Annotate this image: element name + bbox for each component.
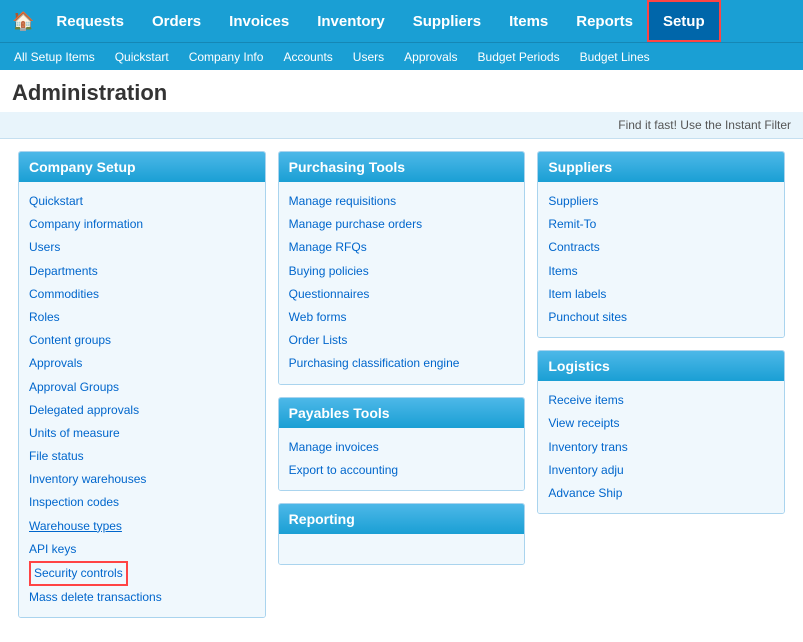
link-file-status[interactable]: File status	[29, 445, 255, 468]
payables-tools-header: Payables Tools	[279, 398, 525, 428]
link-approvals[interactable]: Approvals	[29, 352, 255, 375]
main-content: Company Setup Quickstart Company informa…	[0, 139, 803, 642]
link-questionnaires[interactable]: Questionnaires	[289, 283, 515, 306]
company-setup-body: Quickstart Company information Users Dep…	[19, 182, 265, 617]
link-mass-delete-transactions[interactable]: Mass delete transactions	[29, 586, 255, 609]
link-punchout-sites[interactable]: Punchout sites	[548, 306, 774, 329]
home-button[interactable]: 🏠	[4, 5, 42, 38]
payables-tools-body: Manage invoices Export to accounting	[279, 428, 525, 490]
company-setup-card: Company Setup Quickstart Company informa…	[18, 151, 266, 618]
link-suppliers[interactable]: Suppliers	[548, 190, 774, 213]
link-contracts[interactable]: Contracts	[548, 236, 774, 259]
link-company-information[interactable]: Company information	[29, 213, 255, 236]
col-purchasing: Purchasing Tools Manage requisitions Man…	[272, 151, 532, 630]
link-security-controls[interactable]: Security controls	[29, 561, 128, 586]
nav-requests[interactable]: Requests	[42, 0, 138, 42]
nav-suppliers[interactable]: Suppliers	[399, 0, 495, 42]
logistics-body: Receive items View receipts Inventory tr…	[538, 381, 784, 513]
link-content-groups[interactable]: Content groups	[29, 329, 255, 352]
reporting-header: Reporting	[279, 504, 525, 534]
link-export-to-accounting[interactable]: Export to accounting	[289, 459, 515, 482]
link-purchasing-classification-engine[interactable]: Purchasing classification engine	[289, 352, 515, 375]
page-title: Administration	[0, 70, 803, 112]
link-items[interactable]: Items	[548, 260, 774, 283]
link-manage-requisitions[interactable]: Manage requisitions	[289, 190, 515, 213]
link-roles[interactable]: Roles	[29, 306, 255, 329]
link-advance-ship[interactable]: Advance Ship	[548, 482, 774, 505]
reporting-card: Reporting	[278, 503, 526, 565]
subnav-accounts[interactable]: Accounts	[273, 43, 342, 71]
top-nav: 🏠 Requests Orders Invoices Inventory Sup…	[0, 0, 803, 42]
filter-bar: Find it fast! Use the Instant Filter	[0, 112, 803, 139]
link-remit-to[interactable]: Remit-To	[548, 213, 774, 236]
company-setup-header: Company Setup	[19, 152, 265, 182]
link-buying-policies[interactable]: Buying policies	[289, 260, 515, 283]
col-suppliers: Suppliers Suppliers Remit-To Contracts I…	[531, 151, 791, 630]
nav-inventory[interactable]: Inventory	[303, 0, 399, 42]
link-departments[interactable]: Departments	[29, 260, 255, 283]
subnav-company-info[interactable]: Company Info	[179, 43, 274, 71]
reporting-body	[279, 534, 525, 564]
suppliers-header: Suppliers	[538, 152, 784, 182]
purchasing-tools-body: Manage requisitions Manage purchase orde…	[279, 182, 525, 384]
suppliers-body: Suppliers Remit-To Contracts Items Item …	[538, 182, 784, 337]
nav-orders[interactable]: Orders	[138, 0, 215, 42]
subnav-budget-periods[interactable]: Budget Periods	[468, 43, 570, 71]
subnav-quickstart[interactable]: Quickstart	[105, 43, 179, 71]
nav-reports[interactable]: Reports	[562, 0, 647, 42]
link-manage-purchase-orders[interactable]: Manage purchase orders	[289, 213, 515, 236]
link-users[interactable]: Users	[29, 236, 255, 259]
link-warehouse-types[interactable]: Warehouse types	[29, 515, 255, 538]
link-approval-groups[interactable]: Approval Groups	[29, 376, 255, 399]
link-quickstart[interactable]: Quickstart	[29, 190, 255, 213]
payables-tools-card: Payables Tools Manage invoices Export to…	[278, 397, 526, 491]
nav-setup[interactable]: Setup	[647, 0, 721, 42]
link-commodities[interactable]: Commodities	[29, 283, 255, 306]
link-receive-items[interactable]: Receive items	[548, 389, 774, 412]
logistics-header: Logistics	[538, 351, 784, 381]
link-item-labels[interactable]: Item labels	[548, 283, 774, 306]
link-manage-rfqs[interactable]: Manage RFQs	[289, 236, 515, 259]
purchasing-tools-card: Purchasing Tools Manage requisitions Man…	[278, 151, 526, 385]
link-api-keys[interactable]: API keys	[29, 538, 255, 561]
link-inspection-codes[interactable]: Inspection codes	[29, 491, 255, 514]
nav-items[interactable]: Items	[495, 0, 562, 42]
col-company-setup: Company Setup Quickstart Company informa…	[12, 151, 272, 630]
subnav-all-setup-items[interactable]: All Setup Items	[4, 43, 105, 71]
link-inventory-adju[interactable]: Inventory adju	[548, 459, 774, 482]
nav-invoices[interactable]: Invoices	[215, 0, 303, 42]
subnav-users[interactable]: Users	[343, 43, 394, 71]
link-manage-invoices[interactable]: Manage invoices	[289, 436, 515, 459]
link-view-receipts[interactable]: View receipts	[548, 412, 774, 435]
subnav-budget-lines[interactable]: Budget Lines	[570, 43, 660, 71]
link-units-of-measure[interactable]: Units of measure	[29, 422, 255, 445]
subnav-approvals[interactable]: Approvals	[394, 43, 467, 71]
logistics-card: Logistics Receive items View receipts In…	[537, 350, 785, 514]
sub-nav: All Setup Items Quickstart Company Info …	[0, 42, 803, 70]
link-delegated-approvals[interactable]: Delegated approvals	[29, 399, 255, 422]
suppliers-card: Suppliers Suppliers Remit-To Contracts I…	[537, 151, 785, 338]
link-order-lists[interactable]: Order Lists	[289, 329, 515, 352]
link-inventory-trans[interactable]: Inventory trans	[548, 436, 774, 459]
link-inventory-warehouses[interactable]: Inventory warehouses	[29, 468, 255, 491]
link-web-forms[interactable]: Web forms	[289, 306, 515, 329]
purchasing-tools-header: Purchasing Tools	[279, 152, 525, 182]
